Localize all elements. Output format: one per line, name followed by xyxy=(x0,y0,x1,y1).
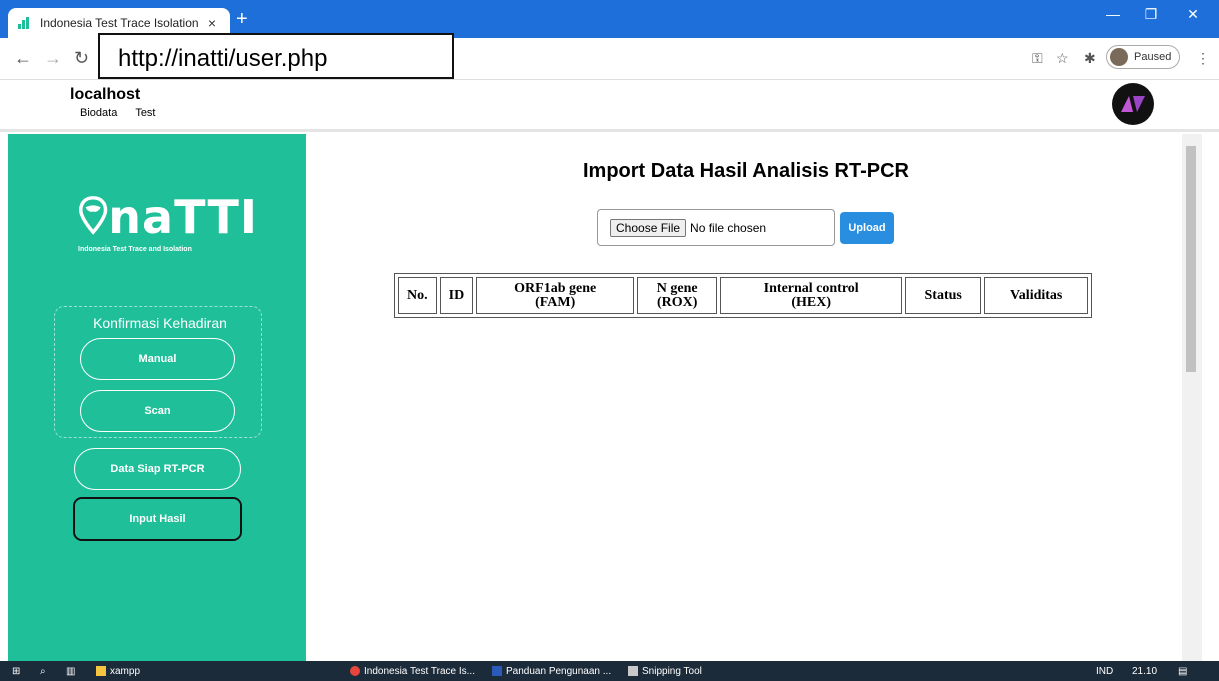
chrome-icon xyxy=(350,666,360,676)
attendance-group-title: Konfirmasi Kehadiran xyxy=(93,315,227,331)
site-name: localhost xyxy=(70,86,141,103)
site-header: localhost Biodata Test xyxy=(0,80,1219,132)
scan-button[interactable]: Scan xyxy=(80,390,235,432)
notifications-icon[interactable]: ▤ xyxy=(1178,661,1187,681)
word-icon xyxy=(492,666,502,676)
profile-button[interactable]: Paused xyxy=(1106,45,1181,69)
brand-name: naTTI xyxy=(108,190,258,244)
col-status: Status xyxy=(905,277,982,314)
page-scrollbar[interactable] xyxy=(1182,134,1202,661)
key-icon[interactable]: ⚿ xyxy=(1032,50,1043,67)
snipping-tool-icon xyxy=(628,666,638,676)
col-internal-control-line2: (HEX) xyxy=(791,294,832,310)
col-orf1ab: ORF1ab gene (FAM) xyxy=(476,277,635,314)
taskbar-item-word[interactable]: Panduan Pengunaan ... xyxy=(492,661,611,681)
choose-file-button[interactable]: Choose File xyxy=(610,218,687,237)
col-validitas: Validitas xyxy=(984,277,1089,314)
taskbar-item-label: Panduan Pengunaan ... xyxy=(506,665,612,677)
user-logo-icon xyxy=(1121,96,1145,112)
minimize-button[interactable]: — xyxy=(1098,6,1128,22)
col-internal-control-line1: Internal control xyxy=(763,280,859,296)
page-title: Import Data Hasil Analisis RT-PCR xyxy=(583,160,909,182)
taskbar-item-snipping[interactable]: Snipping Tool xyxy=(628,661,702,681)
col-orf1ab-line2: (FAM) xyxy=(535,294,576,310)
col-n-gene-line2: (ROX) xyxy=(656,294,698,310)
scrollbar-thumb[interactable] xyxy=(1186,146,1196,372)
search-icon[interactable]: ⌕ xyxy=(40,661,46,681)
col-id: ID xyxy=(439,277,474,314)
nav-link-biodata[interactable]: Biodata xyxy=(80,107,117,119)
task-view-icon[interactable]: ▥ xyxy=(66,661,75,681)
upload-button[interactable]: Upload xyxy=(840,212,894,244)
forward-arrow-icon[interactable]: → xyxy=(44,48,62,69)
file-status: No file chosen xyxy=(690,220,767,235)
col-n-gene: N gene (ROX) xyxy=(637,277,718,314)
col-n-gene-line1: N gene xyxy=(656,280,698,296)
back-arrow-icon[interactable]: ← xyxy=(14,48,32,69)
file-input[interactable]: Choose File No file chosen xyxy=(597,209,835,246)
results-table: No. ID ORF1ab gene (FAM) N gene (ROX) In… xyxy=(394,273,1093,318)
menu-dots-icon[interactable]: ⋮ xyxy=(1196,50,1210,67)
address-bar[interactable]: http://inatti/user.php xyxy=(98,33,454,79)
profile-status: Paused xyxy=(1134,51,1172,63)
tab-title: Indonesia Test Trace Isolation xyxy=(40,16,199,30)
close-window-button[interactable]: ✕ xyxy=(1178,6,1208,23)
extensions-icon[interactable]: ✱ xyxy=(1084,50,1096,67)
sidebar: naTTI Indonesia Test Trace and Isolation… xyxy=(8,134,306,661)
taskbar-item-label: xampp xyxy=(110,665,141,677)
avatar xyxy=(1110,48,1128,66)
taskbar-item-label: Snipping Tool xyxy=(642,665,702,677)
taskbar-item-label: Indonesia Test Trace Is... xyxy=(364,665,475,677)
new-tab-button[interactable]: + xyxy=(236,9,248,29)
bookmark-star-icon[interactable]: ☆ xyxy=(1056,50,1069,67)
site-favicon-icon xyxy=(18,17,32,29)
header-nav: Biodata Test xyxy=(80,107,156,119)
brand-tagline: Indonesia Test Trace and Isolation xyxy=(78,246,192,253)
input-hasil-button[interactable]: Input Hasil xyxy=(73,497,242,541)
col-no: No. xyxy=(398,277,437,314)
user-logo[interactable] xyxy=(1112,83,1154,125)
col-orf1ab-line1: ORF1ab gene xyxy=(514,280,597,296)
brand-logo: naTTI Indonesia Test Trace and Isolation xyxy=(78,186,258,253)
data-siap-rt-pcr-button[interactable]: Data Siap RT-PCR xyxy=(74,448,241,490)
taskbar-item-chrome[interactable]: Indonesia Test Trace Is... xyxy=(350,661,475,681)
nav-link-test[interactable]: Test xyxy=(135,107,155,119)
tab-close-icon[interactable]: × xyxy=(204,15,220,31)
windows-taskbar: ⊞ ⌕ ▥ xampp Indonesia Test Trace Is... P… xyxy=(0,661,1219,681)
clock[interactable]: 21.10 xyxy=(1132,661,1157,681)
reload-icon[interactable]: ↻ xyxy=(74,48,89,69)
table-header-row: No. ID ORF1ab gene (FAM) N gene (ROX) In… xyxy=(398,277,1089,314)
restore-button[interactable]: ❐ xyxy=(1136,6,1166,23)
col-internal-control: Internal control (HEX) xyxy=(720,277,903,314)
windows-start-icon[interactable]: ⊞ xyxy=(12,661,20,681)
language-indicator[interactable]: IND xyxy=(1096,661,1113,681)
folder-icon xyxy=(96,666,106,676)
manual-button[interactable]: Manual xyxy=(80,338,235,380)
location-pin-icon xyxy=(79,196,108,235)
taskbar-item-xampp[interactable]: xampp xyxy=(96,661,140,681)
